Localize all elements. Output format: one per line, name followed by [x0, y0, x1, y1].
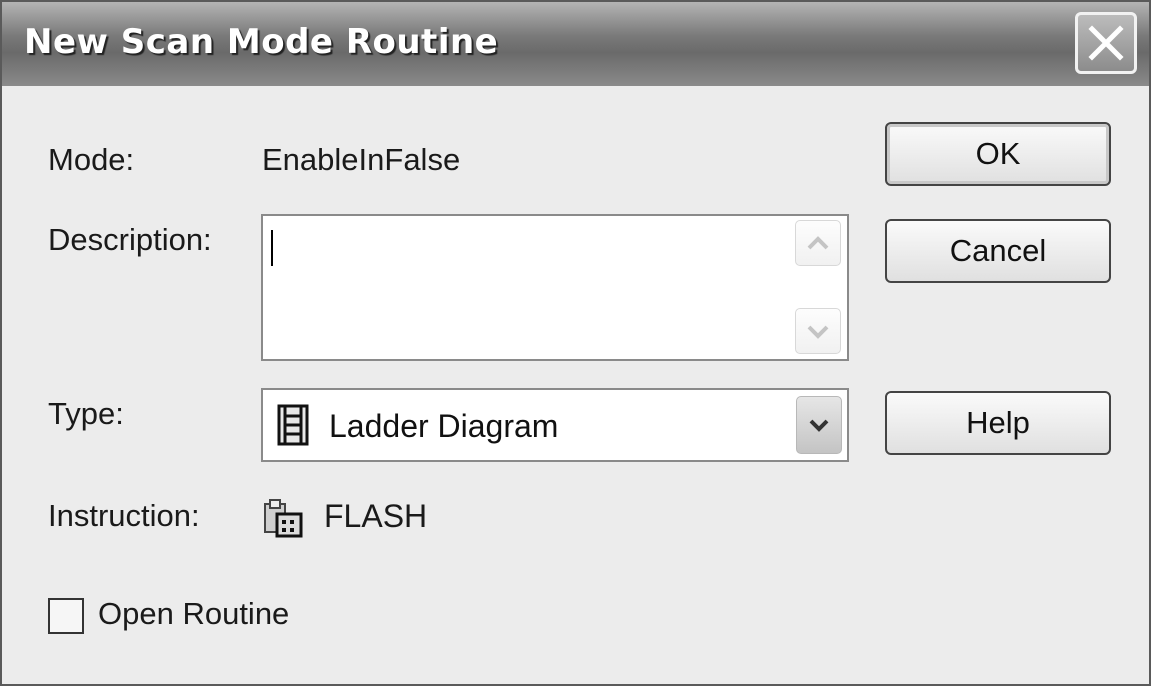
instruction-label: Instruction:	[48, 498, 200, 533]
close-icon	[1088, 25, 1124, 61]
mode-label: Mode:	[48, 142, 135, 177]
description-textarea[interactable]	[261, 214, 849, 361]
chevron-up-icon	[807, 236, 829, 250]
description-label: Description:	[48, 222, 212, 257]
instruction-value: FLASH	[324, 498, 428, 534]
chevron-down-icon	[809, 419, 829, 432]
type-select[interactable]: Ladder Diagram	[261, 388, 849, 462]
cancel-button[interactable]: Cancel	[885, 219, 1111, 283]
ladder-diagram-icon	[277, 404, 309, 446]
mode-value: EnableInFalse	[262, 142, 461, 177]
text-caret	[271, 230, 273, 266]
ok-button[interactable]: OK	[885, 122, 1111, 186]
instruction-icon	[264, 499, 303, 538]
description-scrollbar[interactable]	[795, 220, 843, 355]
type-label: Type:	[48, 396, 124, 431]
open-routine-checkbox[interactable]	[48, 598, 84, 634]
chevron-down-icon	[807, 325, 829, 339]
title-bar[interactable]: New Scan Mode Routine	[2, 2, 1149, 86]
help-button[interactable]: Help	[885, 391, 1111, 455]
type-select-value: Ladder Diagram	[329, 408, 559, 444]
dialog-title: New Scan Mode Routine	[24, 22, 499, 62]
type-dropdown-button[interactable]	[796, 396, 842, 454]
scroll-down-button[interactable]	[795, 308, 841, 354]
scroll-up-button[interactable]	[795, 220, 841, 266]
open-routine-label[interactable]: Open Routine	[98, 596, 289, 632]
close-button[interactable]	[1075, 12, 1137, 74]
new-scan-mode-routine-dialog: New Scan Mode Routine Mode: EnableInFals…	[0, 0, 1151, 686]
